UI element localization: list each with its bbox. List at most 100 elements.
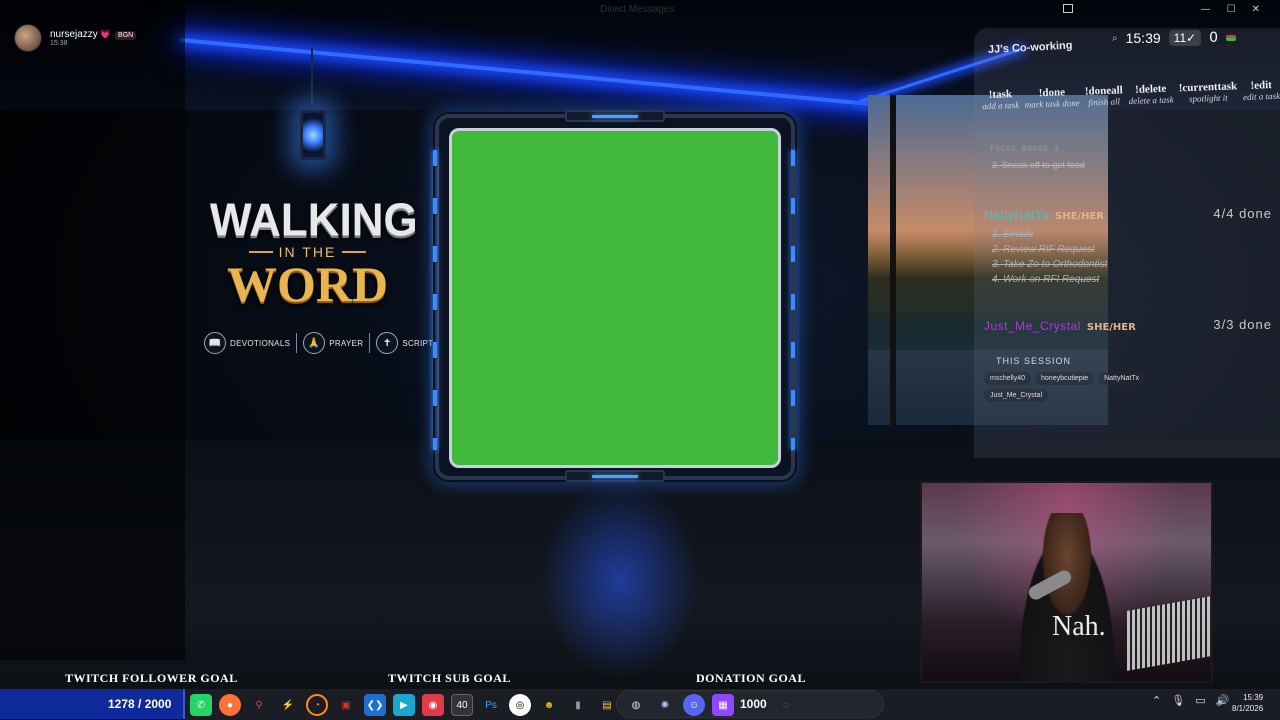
frame-left-lights (433, 150, 437, 450)
category-devotionals: 📖 DEVOTIONALS (204, 332, 290, 354)
session-user-pill: mschelly40 (984, 372, 1032, 385)
goals-bar: TWITCH FOLLOWER GOAL TWITCH SUB GOAL DON… (0, 668, 1280, 688)
command-desc: mark task done (1024, 97, 1080, 110)
streamer (1012, 513, 1122, 681)
focus-task: 2. Sneak off to get food (992, 160, 1085, 170)
explorer-icon[interactable]: ▤ (596, 694, 618, 716)
system-tray: ⌃ 🎙 ▭ 🔊 (1152, 694, 1229, 707)
lantern-chain (311, 48, 313, 103)
coworker-done-count: 4/4 done (1213, 206, 1272, 221)
category-label: DEVOTIONALS (230, 338, 291, 348)
profile-name: nursejazzy (50, 29, 98, 40)
flag-icon (1226, 35, 1237, 41)
close-icon[interactable]: ✕ (1252, 4, 1260, 15)
coworker-pronoun: SHE/HER (1055, 211, 1104, 222)
window-icon[interactable] (1063, 4, 1073, 13)
profile-header: nursejazzy 💗 BGN 15:38 (14, 24, 137, 52)
volume-icon[interactable]: 🔊 (1216, 694, 1230, 707)
logo-line-word: WORD (226, 256, 389, 312)
command-doneall: !doneall finish all (1085, 84, 1124, 107)
clock-app-icon[interactable]: ◔ (306, 694, 328, 716)
app-icon-4[interactable]: ✺ (654, 694, 676, 716)
maximize-icon[interactable]: ☐ (1227, 4, 1236, 15)
window-frame (890, 95, 896, 425)
command-name: !currenttask (1178, 80, 1238, 95)
walking-in-the-word-logo: WALKING IN THE WORD (210, 196, 418, 312)
session-user-pill: NattyNatTx (1098, 372, 1146, 385)
network-icon[interactable]: ▭ (1195, 694, 1205, 707)
coworker-row: Just_Me_Crystal SHE/HER 3/3 done (984, 315, 1278, 334)
donation-goal-label: DONATION GOAL (696, 671, 806, 685)
command-desc: delete a task (1128, 94, 1174, 107)
session-users: mschelly40 honeybcutiepie NattyNatTx Jus… (984, 372, 1184, 402)
minimize-icon[interactable]: — (1201, 4, 1211, 15)
profile-badge: BGN (115, 31, 137, 40)
follower-goal-count: 1278 / 2000 (108, 697, 172, 711)
heart-icon: 💗 (99, 29, 112, 39)
sub-goal-label: TWITCH SUB GOAL (388, 671, 511, 685)
vscode-icon[interactable]: ❮❯ (364, 694, 386, 716)
discord-icon[interactable]: ☺ (683, 694, 705, 716)
app-icon-3[interactable]: ▮ (567, 694, 589, 716)
avatar[interactable] (14, 24, 42, 52)
focus-board-label: FOCUS BOARD 3 (990, 145, 1059, 154)
clock-time: 15:39 (1243, 693, 1264, 702)
shirt-text: Nah. (1052, 611, 1106, 642)
microphone-icon[interactable]: 🎙 (1171, 694, 1185, 707)
coworker-pronoun: SHE/HER (1086, 322, 1136, 333)
obs-icon[interactable]: ◎ (509, 694, 531, 716)
command-desc: finish all (1088, 96, 1121, 108)
spotify-icon[interactable]: ◌ (775, 694, 797, 716)
command-done: !done mark task done (1024, 86, 1080, 110)
session-user-pill: honeybcutiepie (1035, 372, 1095, 385)
coworker-done-count: 3/3 done (1213, 317, 1272, 332)
hud-time: 15:39 (1125, 30, 1161, 46)
command-desc: edit a task (1242, 90, 1280, 103)
task-item: 4. Work on RFI Request (992, 274, 1100, 285)
open-book-icon: 📖 (204, 332, 226, 354)
command-edit: !edit edit a task (1242, 79, 1280, 102)
category-prayer: 🙏 PRAYER (303, 332, 363, 354)
taskbar-clock[interactable]: 15:39 8/1/2026 (1232, 692, 1263, 714)
donation-goal-count: 1000 (740, 697, 767, 711)
command-desc: spotlight it (1188, 92, 1228, 104)
search-tool-icon[interactable]: ⚲ (248, 694, 270, 716)
task-item: 1. Emails (992, 229, 1034, 240)
logo-bar-left (248, 251, 273, 253)
search-icon[interactable]: ⌕ (1112, 33, 1118, 44)
session-user-pill: Just_Me_Crystal (984, 389, 1049, 402)
task-item: 2. Review RIF Request (992, 244, 1095, 255)
twitch-icon[interactable]: ▦ (712, 694, 734, 716)
logo-bar-right (342, 251, 367, 253)
sub-goal-count: 40 (451, 694, 473, 716)
direct-messages-label: Direct Messages (600, 4, 675, 15)
chevron-up-icon[interactable]: ⌃ (1152, 694, 1161, 707)
category-label: PRAYER (329, 338, 364, 348)
top-right-hud: ⌕ 15:39 11✓ 0 (1112, 30, 1237, 46)
app-icon-2[interactable]: ☻ (538, 694, 560, 716)
command-desc: add a task (982, 99, 1020, 112)
chrome-icon[interactable]: ◍ (625, 694, 647, 716)
ps-icon[interactable]: Ps (480, 694, 502, 716)
coworker-task-list: 1. Emails 2. Review RIF Request 3. Take … (992, 229, 1278, 285)
category-divider (296, 333, 298, 353)
whatsapp-icon[interactable]: ✆ (190, 694, 212, 716)
lantern-icon (300, 110, 326, 160)
coworker-row: NattyNatTx SHE/HER 4/4 done (984, 204, 1278, 223)
app-icon[interactable]: ⚡ (277, 694, 299, 716)
red-app-icon[interactable]: ▣ (335, 694, 357, 716)
streamlabs-icon[interactable]: ◉ (422, 694, 444, 716)
background-discord-panel (0, 0, 185, 660)
media-icon[interactable]: ▶ (393, 694, 415, 716)
floor-glow (540, 480, 700, 680)
command-currenttask: !currenttask spotlight it (1179, 80, 1238, 104)
frame-top-notch (565, 110, 665, 122)
hud-zero: 0 (1209, 30, 1219, 46)
command-delete: !delete delete a task (1128, 83, 1174, 107)
coworking-body: FOCUS BOARD 3 2. Sneak off to get food N… (984, 145, 1278, 402)
firefox-icon[interactable]: ● (219, 694, 241, 716)
bible-icon: ✝ (376, 332, 399, 354)
category-row: 📖 DEVOTIONALS 🙏 PRAYER ✝ SCRIPTURE (204, 332, 451, 354)
window-controls: — ☐ ✕ (1201, 4, 1260, 15)
coworker-name: NattyNatTx (984, 208, 1050, 222)
